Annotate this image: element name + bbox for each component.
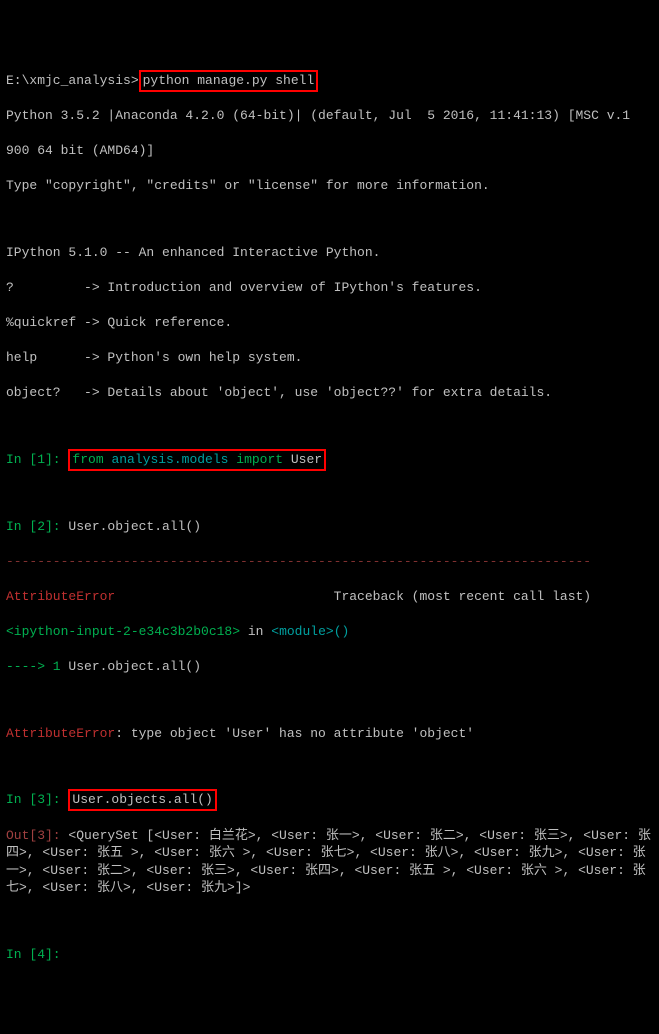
tb-input-ref: <ipython-input-2-e34c3b2b0c18>: [6, 624, 240, 639]
in-1-line[interactable]: In [1]: from analysis.models import User: [6, 451, 653, 469]
blank-line: [6, 213, 653, 227]
kw-import: import: [236, 452, 283, 467]
traceback-divider: ----------------------------------------…: [6, 553, 653, 571]
help-help: help -> Python's own help system.: [6, 349, 653, 367]
help-qmark: ? -> Introduction and overview of IPytho…: [6, 279, 653, 297]
error-message: : type object 'User' has no attribute 'o…: [115, 726, 474, 741]
startup-line-1: Python 3.5.2 |Anaconda 4.2.0 (64-bit)| (…: [6, 107, 653, 125]
shell-path: E:\xmjc_analysis>: [6, 73, 139, 88]
error-name-2: AttributeError: [6, 726, 115, 741]
traceback-header: AttributeError Traceback (most recent ca…: [6, 588, 653, 606]
in-3-line[interactable]: In [3]: User.objects.all(): [6, 791, 653, 809]
error-name: AttributeError: [6, 589, 115, 604]
import-highlight: from analysis.models import User: [68, 449, 326, 471]
in-1-prompt: In [1]:: [6, 452, 68, 467]
ipython-banner: IPython 5.1.0 -- An enhanced Interactive…: [6, 244, 653, 262]
traceback-label: Traceback (most recent call last): [115, 589, 591, 604]
blank-line: [6, 914, 653, 928]
objects-all-highlight: User.objects.all(): [68, 789, 216, 811]
in-2-line[interactable]: In [2]: User.object.all(): [6, 518, 653, 536]
traceback-arrow-line: ----> 1 User.object.all(): [6, 658, 653, 676]
tb-in: in: [240, 624, 271, 639]
tb-arrow-code: User.object.all(): [61, 659, 201, 674]
in-2-code: User.object.all(): [68, 519, 201, 534]
shell-command-highlight: python manage.py shell: [139, 70, 319, 92]
out-3-prompt: Out[3]:: [6, 828, 68, 843]
in-4-line[interactable]: In [4]:: [6, 946, 653, 964]
out-3-line: Out[3]: <QuerySet [<User: 白兰花>, <User: 张…: [6, 827, 653, 897]
kw-from: from: [72, 452, 103, 467]
in-3-code: User.objects.all(): [72, 792, 212, 807]
in-3-prompt: In [3]:: [6, 792, 68, 807]
tb-arrow: ----> 1: [6, 659, 61, 674]
module-path: analysis.models: [104, 452, 237, 467]
help-quickref: %quickref -> Quick reference.: [6, 314, 653, 332]
tb-module: <module>: [271, 624, 333, 639]
shell-prompt-line[interactable]: E:\xmjc_analysis> python manage.py shell: [6, 72, 653, 90]
blank-line: [6, 760, 653, 774]
in-4-prompt: In [4]:: [6, 947, 68, 962]
tb-parens: (): [334, 624, 350, 639]
startup-line-2: 900 64 bit (AMD64)]: [6, 142, 653, 160]
traceback-location: <ipython-input-2-e34c3b2b0c18> in <modul…: [6, 623, 653, 641]
import-target: User: [283, 452, 322, 467]
out-3-value: <QuerySet [<User: 白兰花>, <User: 张一>, <Use…: [6, 828, 651, 896]
blank-line: [6, 420, 653, 434]
help-object: object? -> Details about 'object', use '…: [6, 384, 653, 402]
error-message-line: AttributeError: type object 'User' has n…: [6, 725, 653, 743]
in-2-prompt: In [2]:: [6, 519, 68, 534]
blank-line: [6, 486, 653, 500]
blank-line: [6, 693, 653, 707]
startup-line-3: Type "copyright", "credits" or "license"…: [6, 177, 653, 195]
shell-command: python manage.py shell: [143, 73, 315, 88]
